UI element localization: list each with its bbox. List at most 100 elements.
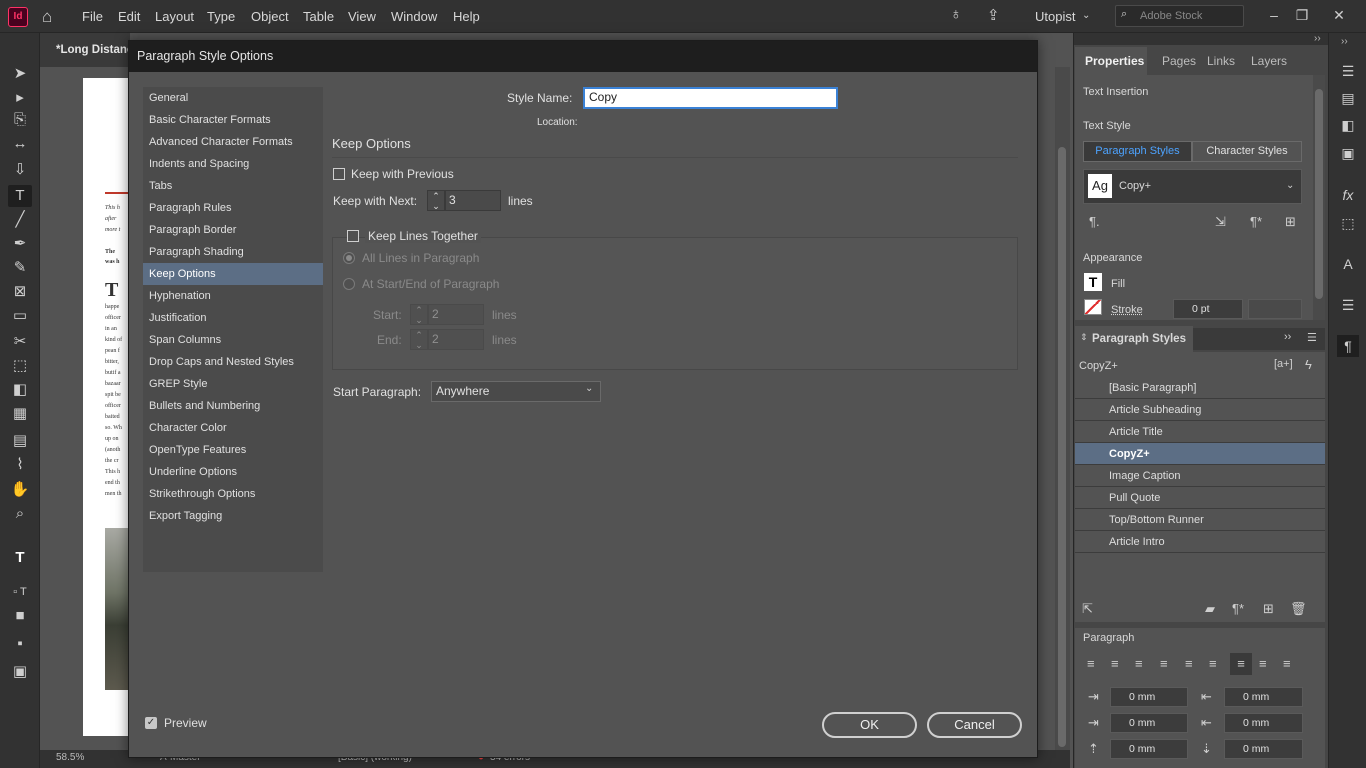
category-general[interactable]: General <box>143 87 323 109</box>
list-item[interactable]: CopyZ+ <box>1075 443 1325 465</box>
scrollbar-thumb[interactable] <box>1058 147 1066 747</box>
scissors-tool-icon[interactable]: ✂ <box>8 331 32 353</box>
align-left-icon[interactable]: ≡ <box>1087 656 1095 671</box>
category-opentype-features[interactable]: OpenType Features <box>143 439 323 461</box>
clear-overrides-icon[interactable]: ¶* <box>1232 601 1244 616</box>
space-after-input[interactable]: 0 mm <box>1224 739 1303 759</box>
align-away-spine-icon[interactable]: ≡ <box>1283 656 1291 671</box>
list-item[interactable]: Article Intro <box>1075 531 1325 553</box>
align-right-icon[interactable]: ≡ <box>1135 656 1143 671</box>
ok-button[interactable]: OK <box>822 712 917 738</box>
stroke-type-dropdown[interactable] <box>1248 299 1302 319</box>
formatting-affects-text-icon[interactable]: T <box>8 547 32 569</box>
align-towards-spine-icon[interactable]: ≡ <box>1259 656 1267 671</box>
tab-pages[interactable]: Pages <box>1162 54 1196 68</box>
stroke-none-icon[interactable] <box>1084 299 1102 315</box>
pilcrow-icon[interactable]: ¶. <box>1089 214 1100 229</box>
tab-layers[interactable]: Layers <box>1251 54 1287 68</box>
free-transform-tool-icon[interactable]: ⬚ <box>8 355 32 377</box>
category-grep-style[interactable]: GREP Style <box>143 373 323 395</box>
formatting-container-icon[interactable]: ▫ T <box>8 581 32 603</box>
paragraph-styles-title[interactable]: Paragraph Styles <box>1092 333 1186 345</box>
restore-button[interactable]: ❐ <box>1291 4 1313 26</box>
tab-paragraph-styles[interactable]: Paragraph Styles <box>1083 141 1192 162</box>
adobe-stock-search[interactable]: Adobe Stock <box>1115 5 1244 27</box>
menu-help[interactable]: Help <box>453 9 480 24</box>
hamburger-menu-icon[interactable]: ☰ <box>1337 60 1359 82</box>
category-bullets-numbering[interactable]: Bullets and Numbering <box>143 395 323 417</box>
menu-layout[interactable]: Layout <box>155 9 194 24</box>
category-basic-character-formats[interactable]: Basic Character Formats <box>143 109 323 131</box>
end-stepper[interactable]: ⌃ ⌄ <box>410 329 428 350</box>
right-indent-input[interactable]: 0 mm <box>1224 687 1303 707</box>
list-item[interactable]: Image Caption <box>1075 465 1325 487</box>
menu-file[interactable]: File <box>82 9 103 24</box>
content-collector-icon[interactable]: ⇩ <box>8 159 32 181</box>
properties-scrollbar[interactable] <box>1313 75 1325 320</box>
tab-links[interactable]: Links <box>1207 54 1235 68</box>
line-tool-icon[interactable]: ╱ <box>8 209 32 231</box>
new-group-icon[interactable]: ▰ <box>1205 601 1215 617</box>
justify-all-icon[interactable]: ≡ <box>1230 653 1252 675</box>
menu-edit[interactable]: Edit <box>118 9 140 24</box>
create-style-icon[interactable]: [a+] <box>1274 358 1293 370</box>
justify-left-icon[interactable]: ≡ <box>1160 656 1168 671</box>
eyedropper-tool-icon[interactable]: ⌇ <box>8 454 32 476</box>
fill-swatch-icon[interactable]: ■ <box>8 605 32 627</box>
swatches-icon[interactable]: ▤ <box>1337 87 1359 109</box>
category-hyphenation[interactable]: Hyphenation <box>143 285 323 307</box>
align-center-icon[interactable]: ≡ <box>1111 656 1119 671</box>
rectangle-tool-icon[interactable]: ▭ <box>8 305 32 327</box>
style-mapping-icon[interactable]: ⇱ <box>1082 601 1093 617</box>
cancel-button[interactable]: Cancel <box>927 712 1022 738</box>
zoom-level[interactable]: 58.5% <box>56 752 84 763</box>
style-dropdown[interactable] <box>1083 169 1302 204</box>
category-indents-and-spacing[interactable]: Indents and Spacing <box>143 153 323 175</box>
screen-mode-icon[interactable]: ▣ <box>8 661 32 683</box>
hand-tool-icon[interactable]: ✋ <box>8 479 32 501</box>
list-item[interactable]: Top/Bottom Runner <box>1075 509 1325 531</box>
space-before-input[interactable]: 0 mm <box>1110 739 1188 759</box>
quick-apply-icon[interactable]: ϟ <box>1305 357 1312 372</box>
all-lines-radio[interactable] <box>343 252 355 264</box>
left-indent-input[interactable]: 0 mm <box>1110 687 1188 707</box>
chevron-down-icon[interactable]: ⌄ <box>1286 180 1294 191</box>
category-advanced-character-formats[interactable]: Advanced Character Formats <box>143 131 323 153</box>
lightbulb-icon[interactable]: ♁ <box>950 6 962 24</box>
direct-selection-tool-icon[interactable]: ▸ <box>8 87 32 109</box>
tab-character-styles[interactable]: Character Styles <box>1192 141 1302 162</box>
preview-checkbox[interactable]: ✓ <box>145 717 157 729</box>
menu-view[interactable]: View <box>348 9 376 24</box>
new-style-icon[interactable]: ⊞ <box>1263 601 1274 617</box>
type-tool-icon[interactable]: T <box>8 185 32 207</box>
category-keep-options[interactable]: Keep Options <box>143 263 323 285</box>
category-paragraph-border[interactable]: Paragraph Border <box>143 219 323 241</box>
fill-text-icon[interactable]: T <box>1084 273 1102 291</box>
tab-properties[interactable]: Properties <box>1085 54 1144 68</box>
effects-icon[interactable]: fx <box>1337 184 1359 206</box>
stroke-weight-input[interactable]: 0 pt <box>1173 299 1243 319</box>
note-tool-icon[interactable]: ▤ <box>8 430 32 452</box>
start-paragraph-select[interactable]: Anywhere <box>431 381 601 402</box>
home-icon[interactable]: ⌂ <box>42 7 52 27</box>
end-input[interactable]: 2 <box>428 329 484 350</box>
category-underline-options[interactable]: Underline Options <box>143 461 323 483</box>
panel-menu-icon[interactable]: ☰ <box>1307 331 1317 344</box>
category-paragraph-shading[interactable]: Paragraph Shading <box>143 241 323 263</box>
chevron-down-icon[interactable]: ⌄ <box>1082 10 1090 21</box>
category-paragraph-rules[interactable]: Paragraph Rules <box>143 197 323 219</box>
stroke-panel-icon[interactable]: ▣ <box>1337 142 1359 164</box>
keep-with-previous-checkbox[interactable] <box>333 168 345 180</box>
apply-color-icon[interactable]: ▪ <box>8 633 32 655</box>
close-button[interactable]: ✕ <box>1328 4 1350 26</box>
trash-icon[interactable]: 🗑 <box>1290 601 1307 617</box>
first-line-indent-input[interactable]: 0 mm <box>1110 713 1188 733</box>
vertical-scrollbar[interactable] <box>1055 67 1070 757</box>
category-strikethrough-options[interactable]: Strikethrough Options <box>143 483 323 505</box>
list-item[interactable]: Article Title <box>1075 421 1325 443</box>
category-span-columns[interactable]: Span Columns <box>143 329 323 351</box>
gradient-swatch-tool-icon[interactable]: ◧ <box>8 379 32 401</box>
keep-with-next-input[interactable]: 3 <box>445 190 501 211</box>
pen-tool-icon[interactable]: ✒ <box>8 233 32 255</box>
load-styles-icon[interactable]: ⇲ <box>1215 214 1226 230</box>
